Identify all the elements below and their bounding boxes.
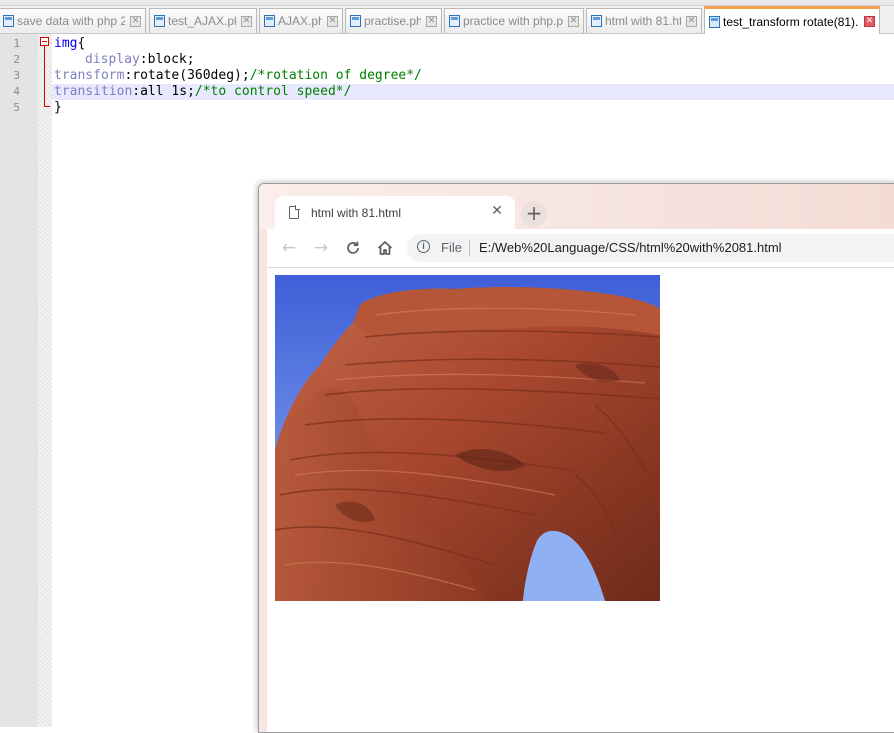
address-url[interactable]: E:/Web%20Language/CSS/html%20with%2081.h… xyxy=(479,240,782,255)
close-tab-icon[interactable]: ✕ xyxy=(864,16,875,27)
css-value: block xyxy=(147,52,187,67)
css-semicolon: ; xyxy=(241,68,250,83)
editor-tab-label: html with 81.html xyxy=(605,14,681,28)
css-colon: : xyxy=(139,52,148,67)
editor-tab-bar: save data with php 2.php ✕ test_AJAX.php… xyxy=(0,0,894,34)
close-tab-icon[interactable]: ✕ xyxy=(327,15,338,27)
browser-tab[interactable]: html with 81.html ✕ xyxy=(275,196,515,230)
line-number: 2 xyxy=(13,53,20,66)
css-property: transform xyxy=(54,68,125,83)
close-tab-icon[interactable]: ✕ xyxy=(686,15,697,27)
code-line-2: display:block; xyxy=(52,52,894,68)
editor-tab-practice-with-php[interactable]: practice with php.php ✕ xyxy=(444,8,584,33)
page-content xyxy=(267,268,894,732)
line-number-gutter: 1 2 3 4 5 xyxy=(0,34,38,727)
close-icon[interactable]: ✕ xyxy=(489,203,505,219)
address-bar[interactable]: i File E:/Web%20Language/CSS/html%20with… xyxy=(407,234,894,262)
file-icon xyxy=(591,15,602,27)
back-arrow-icon[interactable]: ← xyxy=(279,238,299,258)
fold-guide-end xyxy=(44,106,50,107)
css-comment: /*rotation of degree*/ xyxy=(249,68,422,83)
fold-margin xyxy=(38,34,52,727)
code-line-3: transform:rotate(360deg);/*rotation of d… xyxy=(52,68,894,84)
css-semicolon: ; xyxy=(186,52,195,67)
browser-window: html with 81.html ✕ + ← → i File E:/Web%… xyxy=(258,183,894,733)
code-line-1: img{ xyxy=(52,36,894,52)
home-icon[interactable] xyxy=(375,238,395,258)
editor-tab-label: practice with php.php xyxy=(463,14,563,28)
new-tab-button[interactable]: + xyxy=(521,201,547,227)
editor-tab-html-with-81[interactable]: html with 81.html ✕ xyxy=(586,8,702,33)
css-value: rotate(360deg) xyxy=(132,68,242,83)
close-tab-icon[interactable]: ✕ xyxy=(241,15,252,27)
css-property: transition xyxy=(54,84,133,99)
css-brace: { xyxy=(77,36,86,51)
address-scheme-label: File xyxy=(441,240,462,255)
fold-guide-line xyxy=(44,46,45,107)
css-selector: img xyxy=(54,36,78,51)
editor-tab-practise[interactable]: practise.php ✕ xyxy=(345,8,442,33)
css-value: all 1s xyxy=(140,84,188,99)
forward-arrow-icon[interactable]: → xyxy=(311,238,331,258)
code-line-5: } xyxy=(52,100,894,116)
file-icon xyxy=(3,15,14,27)
editor-tab-label: save data with php 2.php xyxy=(17,14,125,28)
close-tab-icon[interactable]: ✕ xyxy=(568,15,579,27)
editor-tab-label: practise.php xyxy=(364,14,421,28)
css-colon: : xyxy=(132,84,141,99)
file-icon xyxy=(709,15,720,28)
editor-tab-ajax[interactable]: AJAX.php ✕ xyxy=(259,8,343,33)
close-tab-icon[interactable]: ✕ xyxy=(130,15,141,27)
editor-tab-label: AJAX.php xyxy=(278,14,322,28)
editor-tab-test-transform[interactable]: test_transform rotate(81).css ✕ xyxy=(704,6,880,34)
browser-toolbar: ← → i File E:/Web%20Language/CSS/html%20… xyxy=(267,229,894,268)
reload-icon[interactable] xyxy=(343,238,363,258)
rock-arch-image xyxy=(275,275,660,601)
close-tab-icon[interactable]: ✕ xyxy=(426,15,437,27)
code-line-4-current: transition:all 1s;/*to control speed*/ xyxy=(52,84,894,100)
css-comment: /*to control speed*/ xyxy=(194,84,352,99)
browser-tab-title: html with 81.html xyxy=(311,206,402,220)
editor-tab-save-data[interactable]: save data with php 2.php ✕ xyxy=(0,8,146,33)
file-icon xyxy=(350,15,361,27)
editor-tab-label: test_AJAX.php xyxy=(168,14,236,28)
file-icon xyxy=(449,15,460,27)
address-separator xyxy=(469,240,470,256)
editor-tab-label: test_transform rotate(81).css xyxy=(723,14,859,29)
browser-titlebar: html with 81.html ✕ + xyxy=(259,184,894,230)
line-number: 4 xyxy=(13,85,20,98)
fold-collapse-icon[interactable] xyxy=(40,37,49,46)
editor-tab-test-ajax[interactable]: test_AJAX.php ✕ xyxy=(149,8,257,33)
info-icon[interactable]: i xyxy=(417,240,430,253)
css-brace: } xyxy=(54,100,62,115)
line-number: 1 xyxy=(13,37,20,50)
css-property: display xyxy=(85,52,140,67)
line-number: 3 xyxy=(13,69,20,82)
line-number: 5 xyxy=(13,101,20,114)
file-icon xyxy=(154,15,165,27)
document-icon xyxy=(289,205,300,219)
file-icon xyxy=(264,15,275,27)
css-semicolon: ; xyxy=(187,84,195,99)
